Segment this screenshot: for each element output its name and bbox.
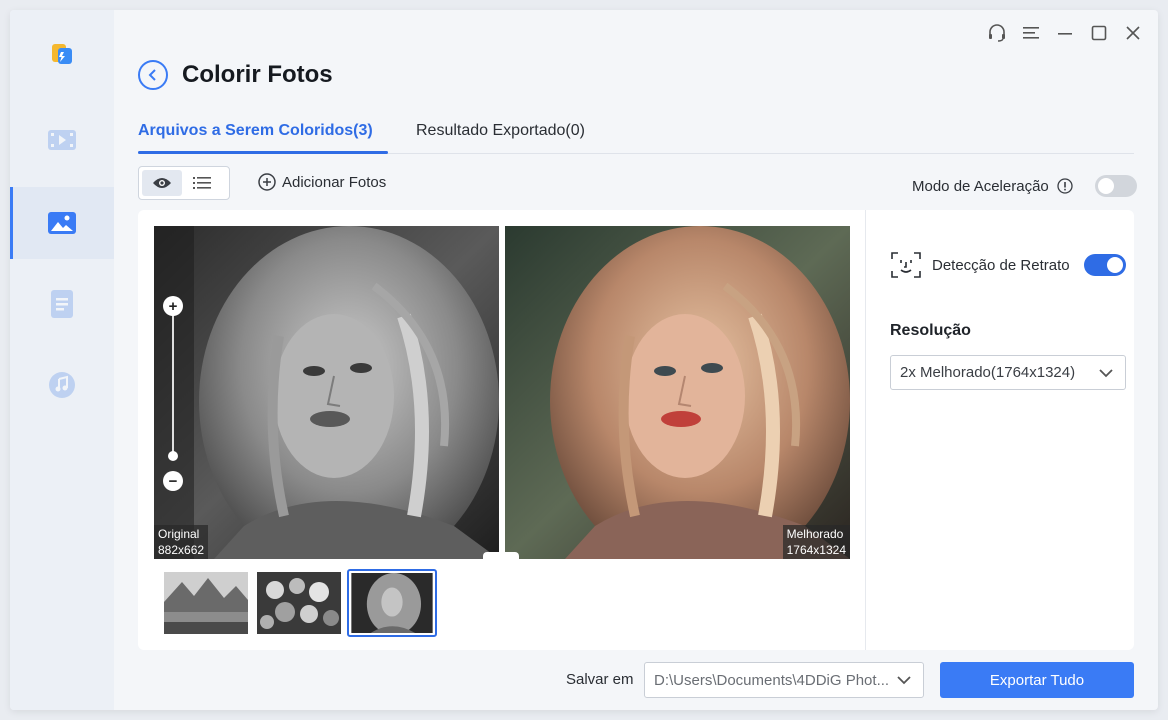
add-photos-button[interactable]: Adicionar Fotos	[258, 173, 386, 191]
tab-bar: Arquivos a Serem Coloridos(3) Resultado …	[138, 114, 1134, 154]
plus-circle-icon	[258, 173, 276, 191]
sidebar-item-video[interactable]	[10, 104, 114, 176]
chevron-left-icon	[148, 69, 156, 81]
sidebar-item-document[interactable]	[10, 268, 114, 340]
zoom-slider-handle[interactable]	[168, 451, 178, 461]
preview-view-button[interactable]	[142, 170, 182, 196]
main-panel: + − Original 882x662 Melhorado 1764x1324…	[138, 210, 1134, 650]
maximize-icon[interactable]	[1088, 22, 1110, 44]
video-icon	[47, 125, 77, 155]
original-tag: Original 882x662	[154, 525, 209, 559]
original-photo	[154, 226, 499, 559]
info-icon[interactable]	[1057, 178, 1073, 194]
music-icon	[47, 370, 77, 400]
zoom-slider[interactable]	[172, 314, 174, 454]
thumbnail-image	[164, 572, 248, 634]
app-window: Colorir Fotos Arquivos a Serem Coloridos…	[10, 10, 1158, 710]
sidebar-item-photo[interactable]	[10, 187, 114, 259]
zoom-in-button[interactable]: +	[163, 296, 183, 316]
enhanced-size: 1764x1324	[786, 543, 846, 557]
chevron-down-icon	[1099, 369, 1113, 378]
tab-exported-results[interactable]: Resultado Exportado(0)	[416, 120, 585, 142]
enhanced-photo	[505, 226, 850, 559]
sidebar-item-logo[interactable]	[10, 18, 114, 90]
zoom-out-button[interactable]: −	[163, 471, 183, 491]
save-location-label: Salvar em	[566, 671, 634, 688]
enhanced-image: Melhorado 1764x1324	[505, 226, 850, 559]
export-all-button[interactable]: Exportar Tudo	[940, 662, 1134, 698]
page-title: Colorir Fotos	[182, 61, 333, 88]
view-toggle	[138, 166, 230, 200]
document-icon	[47, 289, 77, 319]
acceleration-mode: Modo de Aceleração	[912, 175, 1137, 197]
resolution-title: Resolução	[890, 322, 971, 339]
back-button[interactable]	[138, 60, 168, 90]
original-size: 882x662	[158, 543, 205, 557]
add-photos-label: Adicionar Fotos	[282, 173, 387, 191]
enhanced-label: Melhorado	[786, 527, 844, 541]
thumbnail-image	[257, 572, 341, 634]
menu-icon[interactable]	[1020, 22, 1042, 44]
resolution-value: 2x Melhorado(1764x1324)	[900, 364, 1076, 381]
thumbnail-image	[351, 573, 433, 635]
panel-divider	[865, 210, 866, 650]
close-icon[interactable]	[1122, 22, 1144, 44]
acceleration-label: Modo de Aceleração	[912, 177, 1049, 195]
portrait-detection-row: Detecção de Retrato	[890, 250, 1126, 280]
acceleration-toggle[interactable]	[1094, 175, 1137, 197]
list-icon	[193, 177, 211, 189]
save-location-select[interactable]: D:\Users\Documents\4DDiG Phot...	[644, 662, 924, 698]
sidebar-item-audio[interactable]	[10, 349, 114, 421]
face-scan-icon	[891, 252, 921, 278]
app-logo-icon	[47, 39, 77, 69]
compare-split-handle[interactable]	[483, 552, 519, 560]
portrait-detection-label: Detecção de Retrato	[932, 256, 1070, 274]
chevron-down-icon	[897, 676, 911, 685]
window-controls	[986, 22, 1144, 44]
save-path-value: D:\Users\Documents\4DDiG Phot...	[654, 671, 890, 689]
thumbnail-flowers[interactable]	[257, 572, 341, 634]
eye-icon	[153, 178, 171, 188]
original-image: + − Original 882x662	[154, 226, 499, 559]
image-icon	[47, 208, 77, 238]
list-view-button[interactable]	[182, 170, 222, 196]
portrait-detection-toggle[interactable]	[1084, 254, 1126, 276]
headset-icon[interactable]	[986, 22, 1008, 44]
sidebar	[10, 10, 114, 710]
original-label: Original	[158, 527, 200, 541]
thumbnail-portrait[interactable]	[347, 569, 437, 637]
active-tab-indicator	[138, 151, 388, 154]
tab-files-to-colorize[interactable]: Arquivos a Serem Coloridos(3)	[138, 120, 373, 142]
thumbnail-mountain-lake[interactable]	[164, 572, 248, 634]
minimize-icon[interactable]	[1054, 22, 1076, 44]
enhanced-tag: Melhorado 1764x1324	[782, 525, 850, 559]
resolution-select[interactable]: 2x Melhorado(1764x1324)	[890, 355, 1126, 390]
